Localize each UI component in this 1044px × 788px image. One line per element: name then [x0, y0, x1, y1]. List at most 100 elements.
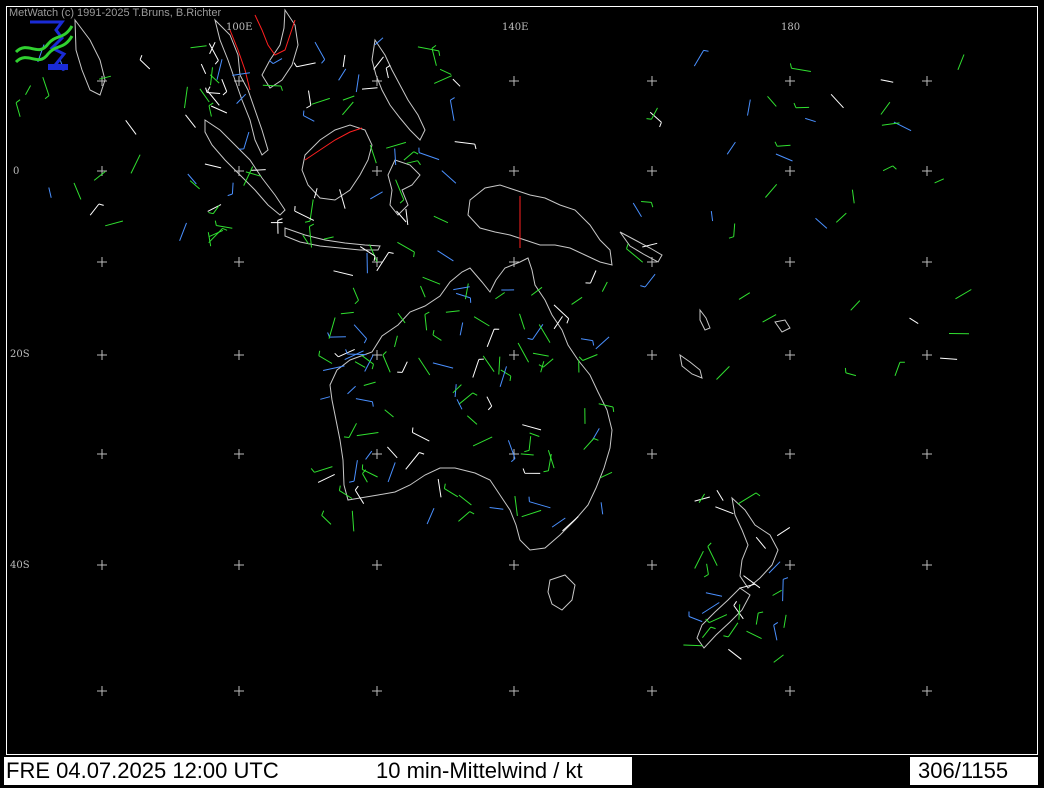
grid-cross — [234, 686, 244, 696]
wind-barb — [514, 496, 518, 516]
wind-barb — [355, 74, 360, 93]
wind-barb — [320, 396, 331, 400]
wind-barb — [130, 154, 141, 174]
wind-barb — [472, 358, 484, 378]
wind-barb — [361, 87, 378, 90]
wind-barb — [236, 93, 247, 104]
wind-barb — [314, 41, 326, 64]
wind-barb — [452, 384, 462, 394]
coast-nz-south — [696, 587, 751, 649]
wind-barb — [207, 232, 212, 247]
wind-barb — [773, 654, 784, 663]
grid-cross — [785, 76, 795, 86]
wind-barb — [880, 79, 894, 83]
wind-barb — [452, 78, 461, 87]
wind-barb — [432, 330, 442, 341]
wind-barb — [125, 120, 137, 135]
coast-tasmania — [547, 574, 576, 611]
wind-barb — [190, 45, 207, 49]
wind-barb — [432, 362, 454, 369]
wind-barb — [304, 199, 314, 223]
wind-barb — [532, 352, 549, 357]
wind-barb — [443, 483, 459, 498]
wind-barb — [530, 286, 543, 296]
wind-barb — [317, 473, 335, 483]
wind-barb — [738, 292, 751, 300]
wind-barb — [775, 153, 793, 162]
wind-barb — [418, 147, 440, 161]
wind-barb — [600, 502, 604, 515]
wind-barb — [957, 54, 965, 70]
wind-barb — [880, 101, 891, 115]
wind-barb — [355, 398, 374, 407]
wind-barb — [783, 614, 787, 628]
wind-barb — [703, 563, 709, 578]
wind-barb — [765, 183, 778, 198]
wind-barb — [456, 399, 463, 410]
wind-barb — [342, 101, 354, 116]
wind-barb — [835, 212, 847, 223]
wind-barb — [424, 311, 430, 331]
wind-barb — [208, 43, 219, 65]
wind-barb — [767, 95, 777, 107]
wind-barb — [387, 446, 398, 459]
wind-barb — [306, 90, 312, 109]
wind-barb — [342, 54, 346, 68]
wind-barb — [701, 602, 720, 614]
wind-barb — [755, 536, 766, 549]
wind-barb — [384, 409, 394, 418]
grid-cross — [785, 449, 795, 459]
grid-cross — [97, 560, 107, 570]
grid-cross — [785, 560, 795, 570]
wind-barb — [433, 75, 452, 84]
wind-barb — [882, 165, 897, 172]
grid-cross — [647, 449, 657, 459]
wind-barb — [522, 424, 542, 431]
wind-barb — [441, 170, 457, 184]
wind-barb — [909, 317, 919, 325]
wind-barb — [204, 163, 222, 169]
wind-barb — [495, 292, 505, 300]
wind-barb — [632, 202, 642, 217]
wind-barb — [365, 450, 373, 460]
map-viewer[interactable]: MetWatch (c) 1991-2025 T.Bruns, B.Richte… — [0, 0, 1044, 788]
grid-cross — [647, 76, 657, 86]
wind-barb — [940, 357, 958, 360]
wind-barb — [522, 468, 541, 474]
grid-cross — [509, 686, 519, 696]
wind-barb — [601, 281, 608, 292]
wind-barbs — [15, 37, 972, 663]
wind-barb — [403, 151, 419, 161]
weather-map[interactable] — [0, 0, 1044, 788]
wind-barb — [551, 517, 566, 528]
wind-barb — [352, 287, 359, 305]
wind-barb — [830, 93, 844, 109]
grid-cross — [922, 560, 932, 570]
wind-barb — [238, 131, 250, 150]
wind-barb — [105, 220, 124, 227]
lat-label-40s: 40S — [10, 560, 30, 571]
grid-cross — [372, 560, 382, 570]
grid-cross — [509, 166, 519, 176]
wind-barb — [705, 592, 723, 597]
wind-barb — [422, 276, 441, 285]
wind-barb — [405, 452, 425, 470]
wind-barb — [583, 438, 599, 450]
wind-barb — [216, 59, 223, 80]
wind-barb — [498, 356, 501, 375]
wind-barb — [351, 510, 355, 532]
wind-barb — [318, 350, 333, 364]
wind-barb — [768, 561, 781, 574]
wind-barb — [626, 243, 644, 263]
wind-barb — [179, 222, 187, 241]
footer-parameter: 10 min-Mittelwind / kt — [376, 758, 583, 783]
grid-cross — [234, 257, 244, 267]
wind-barb — [207, 86, 220, 106]
grid-cross — [647, 686, 657, 696]
wind-barb — [528, 496, 551, 509]
wind-barb — [25, 85, 32, 95]
coastlines — [74, 8, 791, 649]
coast-sumatra — [204, 119, 286, 216]
wind-barb — [702, 626, 716, 639]
wind-barb — [232, 72, 250, 76]
